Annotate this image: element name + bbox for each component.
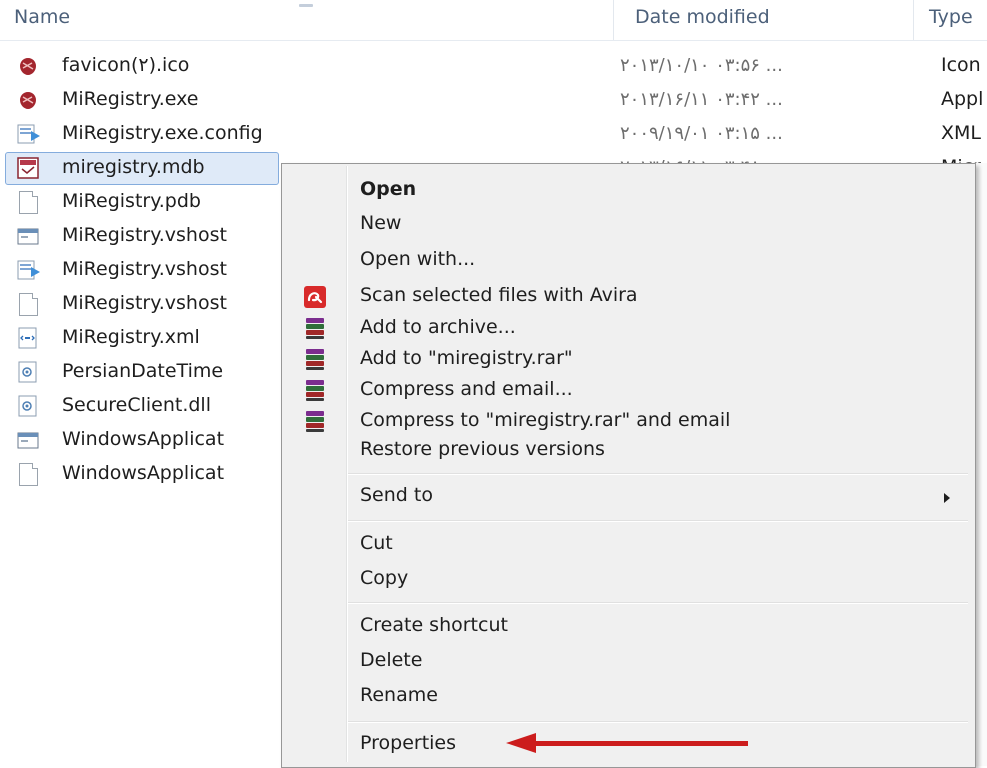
file-name: MiRegistry.xml — [62, 326, 200, 348]
menu-item-open[interactable]: Open — [284, 175, 972, 208]
menu-item-label: Compress to "miregistry.rar" and email — [360, 409, 731, 431]
menu-item-label: New — [360, 212, 402, 234]
submenu-arrow-icon — [944, 493, 950, 503]
file-name: MiRegistry.exe.config — [62, 122, 263, 144]
file-name: MiRegistry.vshost — [62, 224, 227, 246]
file-name: SecureClient.dll — [62, 394, 211, 416]
menu-item-copy[interactable]: Copy — [284, 564, 972, 597]
annotation-arrow — [533, 741, 748, 746]
app-window-icon — [17, 429, 39, 451]
column-date-header[interactable]: Date modified — [635, 6, 770, 28]
menu-item-label: Delete — [360, 649, 423, 671]
dll-icon — [17, 395, 39, 417]
file-name: MiRegistry.vshost — [62, 292, 227, 314]
config-icon — [17, 259, 40, 281]
menu-item-delete[interactable]: Delete — [284, 646, 972, 679]
menu-item-rename[interactable]: Rename — [284, 681, 972, 714]
annotation-arrow-head-icon — [506, 733, 536, 753]
file-name: miregistry.mdb — [62, 156, 205, 178]
dll-icon — [17, 361, 39, 383]
file-icon — [17, 463, 39, 486]
menu-separator — [348, 520, 968, 522]
file-name: WindowsApplicat — [62, 462, 225, 484]
menu-item-scan-avira[interactable]: Scan selected files with Avira — [284, 281, 972, 314]
file-type: XML — [941, 122, 981, 144]
file-row[interactable]: favicon(۲).ico ۲۰۱۳/۱۰/۱۰ ۰۳:۵۶ ... Icon — [0, 49, 987, 83]
menu-item-label: Cut — [360, 532, 393, 554]
menu-item-label: Create shortcut — [360, 614, 508, 636]
menu-item-label: Add to "miregistry.rar" — [360, 347, 573, 369]
winrar-icon — [304, 411, 326, 433]
file-icon — [17, 191, 39, 214]
menu-item-add-rar[interactable]: Add to "miregistry.rar" — [284, 344, 972, 377]
file-row[interactable]: MiRegistry.exe ۲۰۱۳/۱۶/۱۱ ۰۳:۴۲ ... Appl — [0, 83, 987, 117]
menu-item-label: Copy — [360, 567, 409, 589]
menu-item-label: Open with... — [360, 248, 476, 270]
menu-item-label: Send to — [360, 484, 433, 506]
menu-item-restore-versions[interactable]: Restore previous versions — [284, 435, 972, 468]
app-window-icon — [17, 225, 39, 247]
menu-separator — [348, 721, 968, 723]
window-background — [975, 163, 987, 766]
config-icon — [17, 123, 40, 145]
column-header: Name Date modified Type — [0, 0, 987, 41]
file-date: ۲۰۱۳/۱۶/۱۱ ۰۳:۴۲ ... — [620, 89, 783, 110]
menu-item-label: Open — [360, 178, 417, 200]
menu-item-label: Properties — [360, 732, 457, 754]
menu-separator — [348, 473, 968, 475]
file-row[interactable]: MiRegistry.exe.config ۲۰۰۹/۱۹/۰۱ ۰۳:۱۵ .… — [0, 117, 987, 151]
file-name: PersianDateTime — [62, 360, 224, 382]
winrar-icon — [304, 318, 326, 340]
file-date: ۲۰۱۳/۱۰/۱۰ ۰۳:۵۶ ... — [620, 55, 783, 76]
exe-icon — [17, 89, 39, 111]
menu-item-label: Scan selected files with Avira — [360, 284, 638, 306]
menu-item-label: Rename — [360, 684, 438, 706]
menu-item-compress-email[interactable]: Compress and email... — [284, 375, 972, 408]
menu-item-label: Restore previous versions — [360, 438, 605, 460]
mdb-icon — [17, 157, 39, 179]
column-type-header[interactable]: Type — [929, 6, 973, 28]
menu-item-cut[interactable]: Cut — [284, 529, 972, 562]
winrar-icon — [304, 349, 326, 371]
menu-separator — [348, 602, 968, 604]
column-name-header[interactable]: Name — [14, 6, 70, 28]
menu-item-open-with[interactable]: Open with... — [284, 245, 972, 278]
menu-item-label: Compress and email... — [360, 378, 573, 400]
context-menu: Open New Open with... Scan selected file… — [281, 163, 976, 768]
column-divider[interactable] — [613, 0, 614, 40]
winrar-icon — [304, 380, 326, 402]
xml-icon — [17, 327, 39, 349]
file-name: WindowsApplicat — [62, 428, 225, 450]
menu-item-new[interactable]: New — [284, 209, 972, 242]
menu-item-create-shortcut[interactable]: Create shortcut — [284, 611, 972, 644]
file-name: favicon(۲).ico — [62, 54, 190, 76]
file-icon — [17, 293, 39, 316]
favicon-icon — [17, 55, 39, 77]
file-name: MiRegistry.vshost — [62, 258, 227, 280]
file-type: Icon — [941, 54, 981, 76]
file-name: MiRegistry.exe — [62, 88, 199, 110]
avira-icon — [304, 286, 326, 308]
file-date: ۲۰۰۹/۱۹/۰۱ ۰۳:۱۵ ... — [620, 123, 783, 144]
file-type: Appl — [941, 88, 984, 110]
file-name: MiRegistry.pdb — [62, 190, 201, 212]
menu-item-send-to[interactable]: Send to — [284, 481, 972, 514]
sort-indicator-icon — [299, 4, 313, 7]
menu-item-label: Add to archive... — [360, 316, 516, 338]
menu-item-add-archive[interactable]: Add to archive... — [284, 313, 972, 346]
column-divider[interactable] — [913, 0, 914, 40]
